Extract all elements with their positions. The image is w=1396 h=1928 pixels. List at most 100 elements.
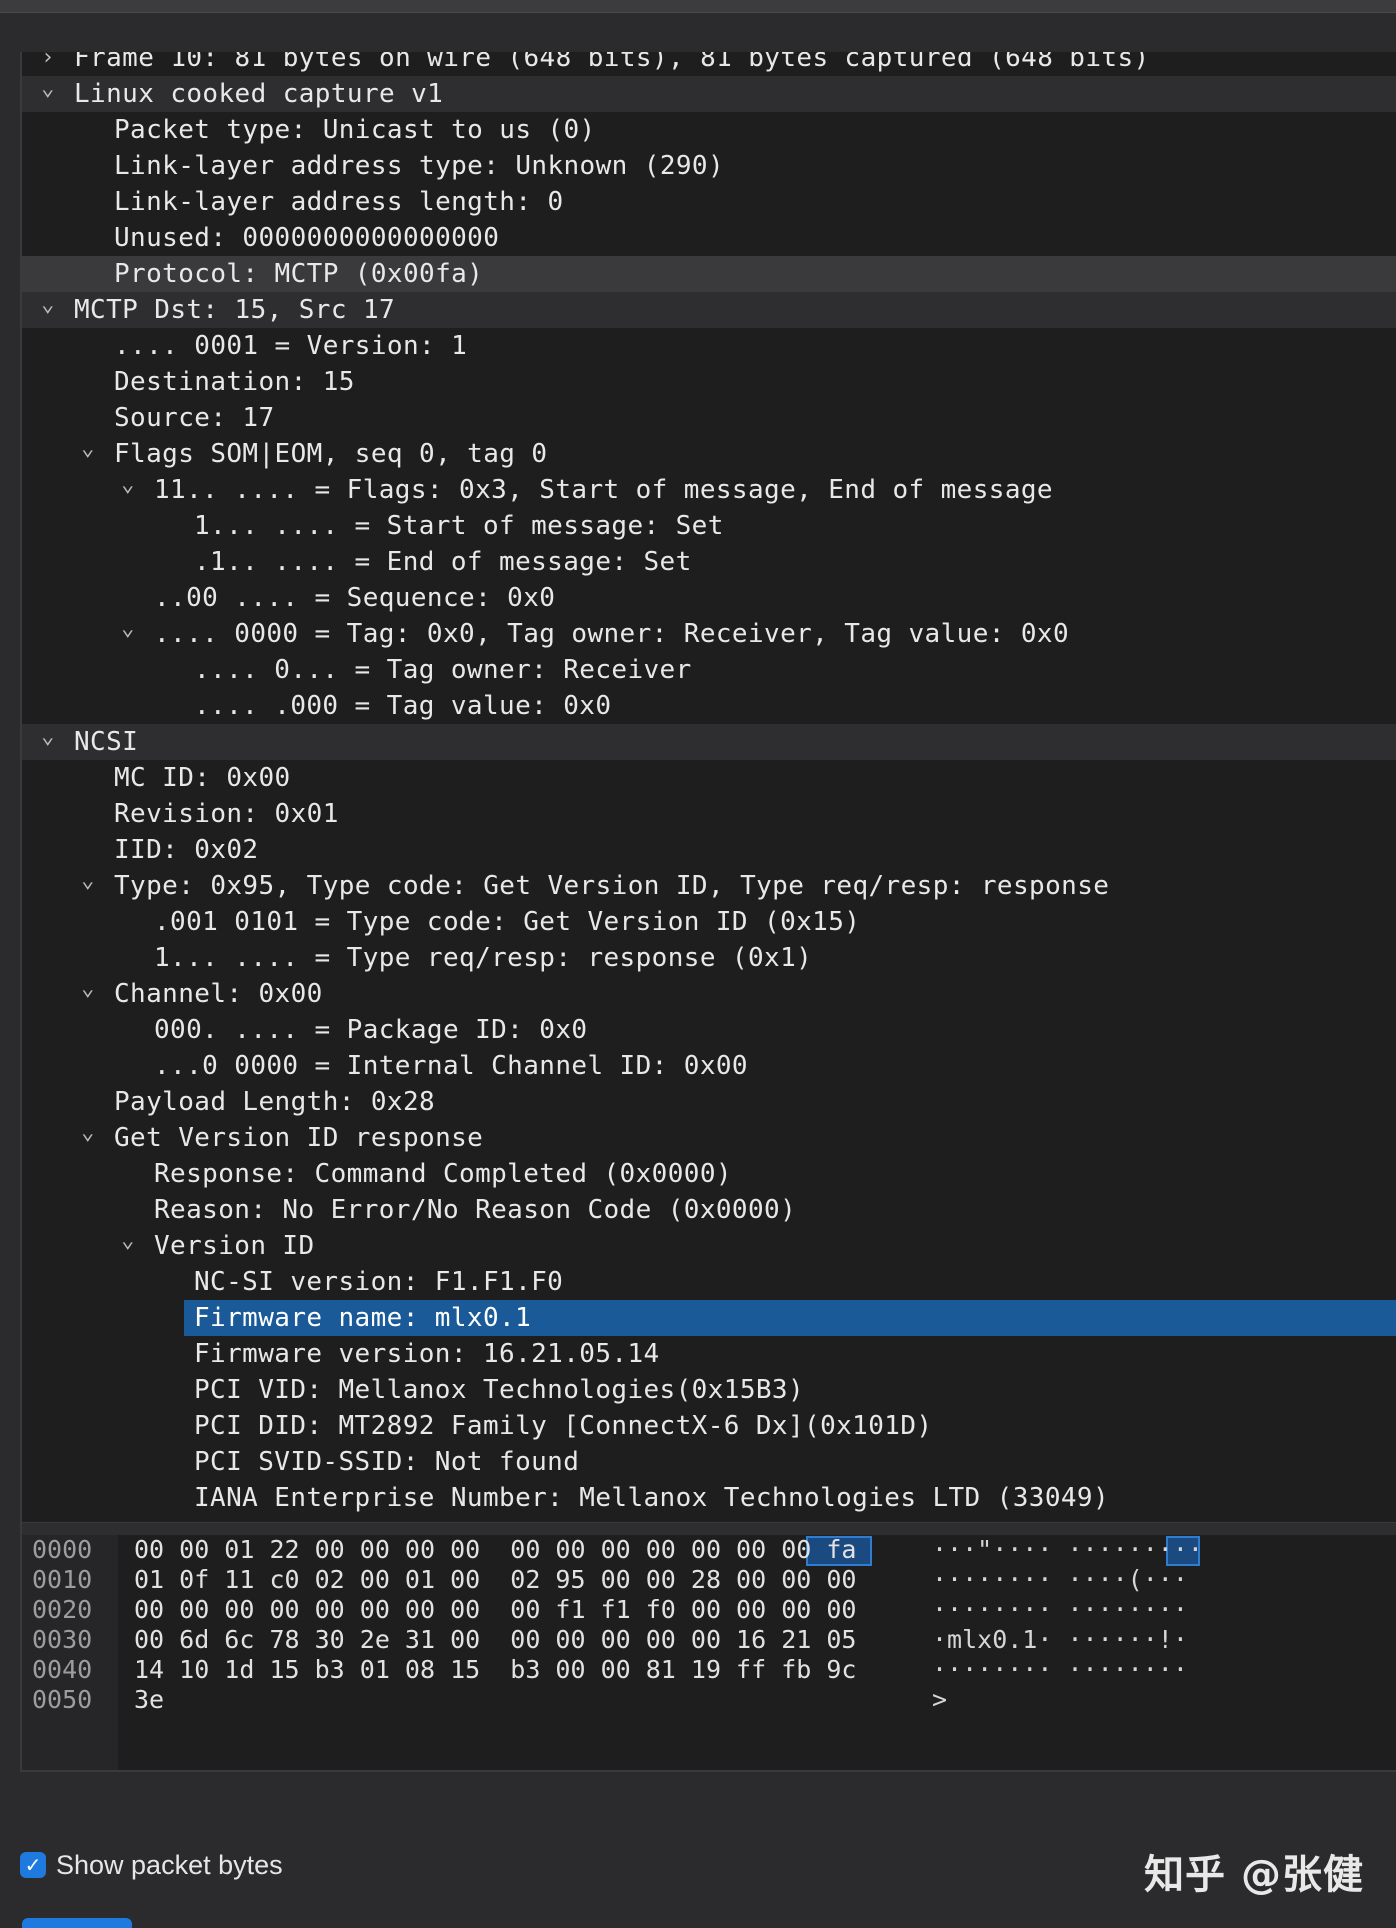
tree-row-label: 1... .... = Start of message: Set: [194, 511, 724, 541]
tree-row[interactable]: ⌄ Get Version ID response: [22, 1120, 1396, 1156]
tree-row[interactable]: .... .000 = Tag value: 0x0: [22, 688, 1396, 724]
tree-row-label: PCI SVID-SSID: Not found: [194, 1447, 580, 1477]
hex-bytes[interactable]: 01 0f 11 c0 02 00 01 00 02 95 00 00 28 0…: [134, 1565, 856, 1595]
tree-row[interactable]: Payload Length: 0x28: [22, 1084, 1396, 1120]
tree-row[interactable]: IANA Enterprise Number: Mellanox Technol…: [22, 1480, 1396, 1516]
tree-row[interactable]: Unused: 0000000000000000: [22, 220, 1396, 256]
chevron-down-icon[interactable]: ⌄: [76, 1120, 100, 1146]
tree-row-label: .1.. .... = End of message: Set: [194, 547, 692, 577]
tree-row[interactable]: .1.. .... = End of message: Set: [22, 544, 1396, 580]
chevron-right-icon[interactable]: ›: [36, 52, 60, 76]
tree-row[interactable]: 1... .... = Type req/resp: response (0x1…: [22, 940, 1396, 976]
tree-row[interactable]: Firmware version: 16.21.05.14: [22, 1336, 1396, 1372]
tree-row[interactable]: Packet type: Unicast to us (0): [22, 112, 1396, 148]
hex-ascii[interactable]: ···"···· ·········: [932, 1535, 1203, 1565]
tree-row[interactable]: ...0 0000 = Internal Channel ID: 0x00: [22, 1048, 1396, 1084]
chevron-down-icon[interactable]: ⌄: [116, 1228, 140, 1254]
tree-row[interactable]: ⌄ .... 0000 = Tag: 0x0, Tag owner: Receiv…: [22, 616, 1396, 652]
tree-row-label: PCI VID: Mellanox Technologies(0x15B3): [194, 1375, 805, 1405]
hex-offset: 0010: [32, 1565, 93, 1594]
tree-row-label: Linux cooked capture v1: [74, 79, 444, 109]
tree-section-header[interactable]: ⌄ NCSI: [22, 724, 1396, 760]
tree-row-label: NCSI: [74, 727, 139, 757]
hex-bytes[interactable]: 00 00 00 00 00 00 00 00 00 f1 f1 f0 00 0…: [134, 1595, 856, 1625]
hex-offset: 0050: [32, 1685, 93, 1714]
tree-row[interactable]: Firmware name: mlx0.1: [22, 1300, 1396, 1336]
hex-bytes[interactable]: 14 10 1d 15 b3 01 08 15 b3 00 00 81 19 f…: [134, 1655, 856, 1685]
chevron-down-icon[interactable]: ⌄: [116, 472, 140, 498]
hex-ascii[interactable]: >: [932, 1685, 947, 1715]
tree-row-label: Type: 0x95, Type code: Get Version ID, T…: [114, 871, 1110, 901]
hex-offset: 0020: [32, 1595, 93, 1624]
tree-row-label: Firmware name: mlx0.1: [184, 1300, 1396, 1336]
tree-row[interactable]: .... 0001 = Version: 1: [22, 328, 1396, 364]
chevron-down-icon[interactable]: ⌄: [116, 616, 140, 642]
tree-row-label: Frame 10: 81 bytes on wire (648 bits), 8…: [74, 52, 1150, 73]
tree-row-label: .... 0... = Tag owner: Receiver: [194, 655, 692, 685]
tree-row[interactable]: ⌄ 11.. .... = Flags: 0x3, Start of messag…: [22, 472, 1396, 508]
tree-row-label: PCI DID: MT2892 Family [ConnectX-6 Dx](0…: [194, 1411, 933, 1441]
tree-row-label: .001 0101 = Type code: Get Version ID (0…: [154, 907, 861, 937]
tree-row-label: Response: Command Completed (0x0000): [154, 1159, 732, 1189]
hex-ascii[interactable]: ·mlx0.1· ······!·: [932, 1625, 1188, 1655]
tree-row-label: IANA Enterprise Number: Mellanox Technol…: [194, 1483, 1110, 1513]
tree-row[interactable]: ..00 .... = Sequence: 0x0: [22, 580, 1396, 616]
tree-section-header[interactable]: ⌄ Linux cooked capture v1: [22, 76, 1396, 112]
tree-row[interactable]: ⌄ Channel: 0x00: [22, 976, 1396, 1012]
pane-splitter[interactable]: [22, 1522, 1396, 1536]
tree-row[interactable]: Revision: 0x01: [22, 796, 1396, 832]
tree-section-header[interactable]: › Frame 10: 81 bytes on wire (648 bits), …: [22, 52, 1396, 76]
chevron-down-icon[interactable]: ⌄: [76, 868, 100, 894]
tree-row-label: Reason: No Error/No Reason Code (0x0000): [154, 1195, 797, 1225]
tree-row[interactable]: Link-layer address length: 0: [22, 184, 1396, 220]
tree-row-label: Source: 17: [114, 403, 275, 433]
tree-row[interactable]: ⌄ Flags SOM|EOM, seq 0, tag 0: [22, 436, 1396, 472]
hex-bytes[interactable]: 3e: [134, 1685, 164, 1715]
chevron-down-icon[interactable]: ⌄: [36, 76, 60, 102]
hex-offset: 0000: [32, 1535, 93, 1564]
chevron-down-icon[interactable]: ⌄: [36, 292, 60, 318]
tree-row[interactable]: Protocol: MCTP (0x00fa): [22, 256, 1396, 292]
tree-row[interactable]: PCI SVID-SSID: Not found: [22, 1444, 1396, 1480]
tree-row[interactable]: Response: Command Completed (0x0000): [22, 1156, 1396, 1192]
chevron-down-icon[interactable]: ⌄: [76, 436, 100, 462]
tree-section-header[interactable]: ⌄ MCTP Dst: 15, Src 17: [22, 292, 1396, 328]
hex-ascii[interactable]: ········ ········: [932, 1655, 1188, 1685]
tree-row[interactable]: PCI DID: MT2892 Family [ConnectX-6 Dx](0…: [22, 1408, 1396, 1444]
hex-offset: 0040: [32, 1655, 93, 1684]
tree-row[interactable]: 1... .... = Start of message: Set: [22, 508, 1396, 544]
tree-row[interactable]: PCI VID: Mellanox Technologies(0x15B3): [22, 1372, 1396, 1408]
tree-row[interactable]: NC-SI version: F1.F1.F0: [22, 1264, 1396, 1300]
tree-row-label: Get Version ID response: [114, 1123, 484, 1153]
tree-row-label: Protocol: MCTP (0x00fa): [114, 259, 484, 289]
chevron-down-icon[interactable]: ⌄: [36, 724, 60, 750]
tree-row-label: Version ID: [154, 1231, 315, 1261]
tree-row[interactable]: .001 0101 = Type code: Get Version ID (0…: [22, 904, 1396, 940]
tree-row[interactable]: ⌄ Type: 0x95, Type code: Get Version ID, …: [22, 868, 1396, 904]
bottom-tab-indicator[interactable]: [22, 1918, 132, 1928]
tree-row[interactable]: Source: 17: [22, 400, 1396, 436]
show-packet-bytes-checkbox[interactable]: ✓: [20, 1852, 46, 1878]
tree-row-label: Unused: 0000000000000000: [114, 223, 500, 253]
tree-row-label: .... 0000 = Tag: 0x0, Tag owner: Receive…: [154, 619, 1070, 649]
tree-row-label: Link-layer address length: 0: [114, 187, 564, 217]
tree-row-label: Payload Length: 0x28: [114, 1087, 436, 1117]
hex-bytes[interactable]: 00 6d 6c 78 30 2e 31 00 00 00 00 00 00 1…: [134, 1625, 856, 1655]
hex-bytes[interactable]: 00 00 01 22 00 00 00 00 00 00 00 00 00 0…: [134, 1535, 856, 1565]
tree-row-label: Revision: 0x01: [114, 799, 339, 829]
tree-row-label: Flags SOM|EOM, seq 0, tag 0: [114, 439, 548, 469]
tree-row[interactable]: 000. .... = Package ID: 0x0: [22, 1012, 1396, 1048]
window-top-bar: [0, 0, 1396, 13]
tree-row[interactable]: ⌄ Version ID: [22, 1228, 1396, 1264]
tree-row[interactable]: Destination: 15: [22, 364, 1396, 400]
tree-row[interactable]: .... 0... = Tag owner: Receiver: [22, 652, 1396, 688]
tree-row[interactable]: Reason: No Error/No Reason Code (0x0000): [22, 1192, 1396, 1228]
tree-row[interactable]: IID: 0x02: [22, 832, 1396, 868]
packet-detail-tree: › Frame 10: 81 bytes on wire (648 bits), …: [22, 52, 1396, 1524]
hex-ascii[interactable]: ········ ········: [932, 1595, 1188, 1625]
hex-ascii[interactable]: ········ ····(···: [932, 1565, 1188, 1595]
tree-row[interactable]: MC ID: 0x00: [22, 760, 1396, 796]
chevron-down-icon[interactable]: ⌄: [76, 976, 100, 1002]
tree-row[interactable]: Link-layer address type: Unknown (290): [22, 148, 1396, 184]
tree-row-label: 11.. .... = Flags: 0x3, Start of message…: [154, 475, 1053, 505]
